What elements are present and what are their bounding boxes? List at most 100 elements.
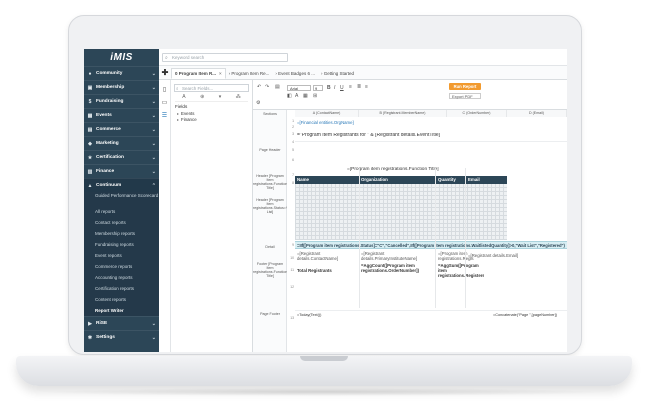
collapse-icon[interactable]: ⊕ [200, 94, 204, 100]
chevron-down-icon: ⌄ [151, 154, 156, 161]
sidebar-subitem-fundraising-reports[interactable]: Fundraising reports [84, 239, 159, 250]
sidebar-item-finance[interactable]: ▥ Finance ⌄ [84, 164, 159, 178]
line-number: 10 [290, 256, 294, 260]
export-pdf-select[interactable]: Export PDF [449, 93, 481, 99]
sidebar-item-continuum[interactable]: ▲ Continuum ⌃ [84, 178, 159, 192]
sidebar-subitem-report-writer[interactable]: Report Writer [84, 305, 159, 316]
cell-detail-name[interactable]: =[Registrant details.ContactName] [297, 251, 355, 261]
calendar-icon: ▦ [87, 112, 93, 119]
keyword-search-input[interactable]: ⌕ Keyword search [162, 53, 288, 62]
layout-icon[interactable]: ▭ [159, 99, 170, 106]
field-tools: A ⊕ ▾ ⁂ [175, 94, 248, 102]
close-icon[interactable]: × [219, 68, 222, 79]
font-select[interactable]: Arial [287, 85, 311, 91]
cell-footer-sum[interactable]: =AggSum([Program item registrations.Regi… [438, 263, 484, 278]
align-center-icon[interactable]: ≣ [357, 84, 361, 90]
tool-rail: ▯ ▭ ☰ [159, 80, 171, 352]
header-organization[interactable]: Organization [361, 176, 388, 184]
tab-getting-started[interactable]: › Getting Started [318, 68, 357, 79]
expand-icon[interactable]: ▸ [177, 117, 179, 122]
save-icon[interactable]: ▤ [275, 84, 280, 90]
search-icon: ⌕ [176, 86, 179, 91]
imis-logo[interactable]: iMIS [84, 49, 159, 66]
sidebar-item-label: Commerce [96, 127, 121, 132]
report-grid[interactable]: A (ContactName) B (Registrant.MemberName… [295, 110, 567, 352]
band-page-header: Page Header [259, 148, 281, 152]
sidebar-item-fundraising[interactable]: $ Fundraising ⌄ [84, 94, 159, 108]
bold-icon[interactable]: B [327, 85, 331, 91]
underline-icon[interactable]: U [340, 85, 344, 91]
cell-report-title[interactable]: ="Program Item Registrants for " & [Regi… [297, 133, 567, 138]
membership-icon: ▣ [87, 84, 93, 91]
sidebar-item-label: Community [96, 71, 123, 76]
chevron-down-icon: ⌄ [151, 70, 156, 77]
header-quantity[interactable]: Quantity [438, 176, 456, 184]
sidebar-subitem-membership-reports[interactable]: Membership reports [84, 228, 159, 239]
sidebar-item-membership[interactable]: ▣ Membership ⌄ [84, 80, 159, 94]
align-left-icon[interactable]: ≡ [349, 84, 352, 90]
tab-event-badges[interactable]: › Event Badges 6 ... [272, 68, 318, 79]
sidebar-item-settings[interactable]: ✱ Settings ⌄ [84, 330, 159, 344]
cell-page-footer-page[interactable]: =Concatenate("Page ",[pageNumber]) [493, 313, 567, 318]
font-color-icon[interactable]: A [295, 93, 298, 99]
table-header-row: Name Organization Quantity Email [295, 176, 507, 184]
sidebar-item-label: Events [96, 113, 112, 118]
italic-icon[interactable]: I [334, 85, 335, 91]
chevron-up-icon: ⌃ [151, 182, 156, 189]
filter-icon[interactable]: ▾ [219, 94, 222, 100]
redo-icon[interactable]: ↷ [265, 84, 269, 90]
column-header-c[interactable]: C (OrderNumber) [447, 110, 507, 117]
sidebar-item-commerce[interactable]: ▤ Commerce ⌄ [84, 122, 159, 136]
column-header-d[interactable]: D (Email) [507, 110, 567, 117]
header-name[interactable]: Name [297, 176, 309, 184]
merge-icon[interactable]: ⊞ [313, 93, 317, 99]
settings-icon[interactable]: ⚙ [256, 100, 260, 106]
tab-program-item-r[interactable]: 0 Program Item R... × [171, 68, 226, 79]
sidebar-item-community[interactable]: ● Community ⌄ [84, 66, 159, 80]
sidebar-item-certification[interactable]: ★ Certification ⌄ [84, 150, 159, 164]
search-placeholder: Keyword search [172, 55, 205, 60]
sidebar-item-label: Settings [96, 335, 115, 340]
sort-az-icon[interactable]: A [182, 94, 185, 100]
tab-program-item-re[interactable]: › Program Item Re... [226, 68, 273, 79]
list-icon[interactable]: ☰ [159, 112, 170, 119]
formula-row[interactable]: =IIf([Program item registrations.Status]… [295, 241, 567, 249]
header-email[interactable]: Email [468, 176, 480, 184]
cell-function-title[interactable]: =[Program item registrations.Function Ti… [347, 167, 497, 172]
certificate-icon: ★ [87, 154, 93, 161]
band-footer: Footer [Program Item registrations.Funct… [253, 262, 287, 278]
line-number: 8 [292, 181, 294, 185]
fill-color-icon[interactable]: ◧ [287, 93, 292, 99]
align-right-icon[interactable]: ≡ [365, 84, 368, 90]
cell-detail-org[interactable]: =[Registrant details.PrimaryInstituteNam… [361, 251, 433, 261]
cell-org-name[interactable]: =[Financial entities.OrgName] [297, 120, 497, 125]
cell-detail-email[interactable]: =[Registrant details.Email] [468, 253, 560, 258]
undo-icon[interactable]: ↶ [257, 84, 261, 90]
field-node-finance[interactable]: ▸ Finance [171, 117, 252, 123]
sidebar-item-rise[interactable]: ▶ RiSE ⌄ [84, 316, 159, 330]
document-icon[interactable]: ▯ [159, 86, 170, 93]
sidebar-subitem-all-reports[interactable]: All reports [84, 206, 159, 217]
add-tab-button[interactable]: ✚ [159, 66, 171, 79]
field-search-input[interactable]: ⌕ Search Fields... [174, 84, 249, 92]
sidebar-item-marketing[interactable]: ◆ Marketing ⌄ [84, 136, 159, 150]
sidebar-subitem-contact-reports[interactable]: Contact reports [84, 217, 159, 228]
run-report-button[interactable]: Run Report [449, 83, 481, 90]
tree-icon[interactable]: ⁂ [236, 94, 241, 100]
border-icon[interactable]: ▦ [303, 93, 308, 99]
sidebar-item-events[interactable]: ▦ Events ⌄ [84, 108, 159, 122]
expand-icon[interactable]: ▸ [177, 111, 179, 116]
sidebar-subitem-content-reports[interactable]: Content reports [84, 294, 159, 305]
cell-footer-count[interactable]: =AggCount([Program item registrations.Or… [361, 263, 435, 273]
sidebar-subitem-scorecard[interactable]: Guided Performance Scorecard [84, 192, 159, 206]
sidebar-subitem-certification-reports[interactable]: Certification reports [84, 283, 159, 294]
sidebar-subitem-accounting-reports[interactable]: Accounting reports [84, 272, 159, 283]
column-header-a[interactable]: A (ContactName) [295, 110, 359, 117]
sidebar-subitem-event-reports[interactable]: Event reports [84, 250, 159, 261]
cell-page-footer-date[interactable]: =Today(Text()) [297, 313, 357, 318]
sidebar-subitem-commerce-reports[interactable]: Commerce reports [84, 261, 159, 272]
font-size-select[interactable]: 9 [313, 85, 323, 91]
cell-total-registrants[interactable]: Total Registrants [297, 268, 355, 273]
column-header-b[interactable]: B (Registrant.MemberName) [359, 110, 447, 117]
chevron-down-icon: ⌄ [151, 84, 156, 91]
